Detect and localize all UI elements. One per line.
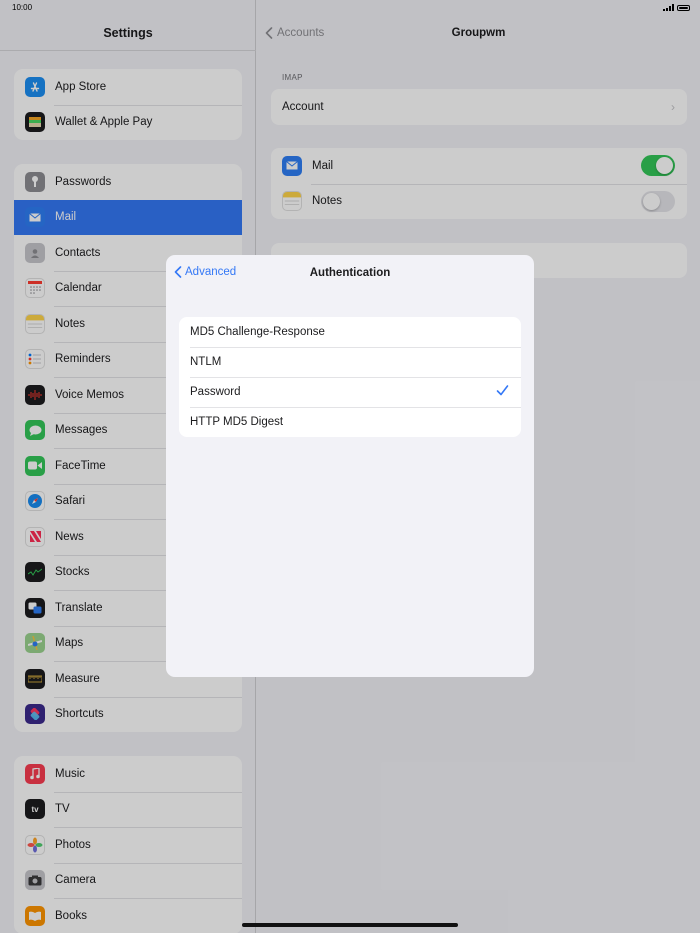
- status-time: 10:00: [12, 3, 33, 12]
- option-label: HTTP MD5 Digest: [190, 416, 284, 428]
- authentication-sheet: Advanced Authentication MD5 Challenge-Re…: [166, 255, 534, 677]
- status-icons: [663, 4, 690, 11]
- auth-option-http-md5-digest[interactable]: HTTP MD5 Digest: [179, 407, 521, 437]
- option-label: Password: [190, 386, 241, 398]
- auth-option-ntlm[interactable]: NTLM: [179, 347, 521, 377]
- screen: Settings App Store Wallet & Apple Pay Pa…: [0, 0, 700, 933]
- checkmark-icon: [496, 385, 509, 396]
- option-label: NTLM: [190, 356, 222, 368]
- cellular-signal-icon: [663, 4, 674, 11]
- battery-icon: [677, 4, 690, 11]
- home-indicator[interactable]: [242, 923, 458, 927]
- auth-option-md5-challenge-response[interactable]: MD5 Challenge-Response: [179, 317, 521, 347]
- auth-option-password[interactable]: Password: [179, 377, 521, 407]
- authentication-options: MD5 Challenge-Response NTLM Password HTT…: [179, 317, 521, 437]
- option-label: MD5 Challenge-Response: [190, 326, 325, 338]
- sheet-title: Authentication: [309, 267, 391, 279]
